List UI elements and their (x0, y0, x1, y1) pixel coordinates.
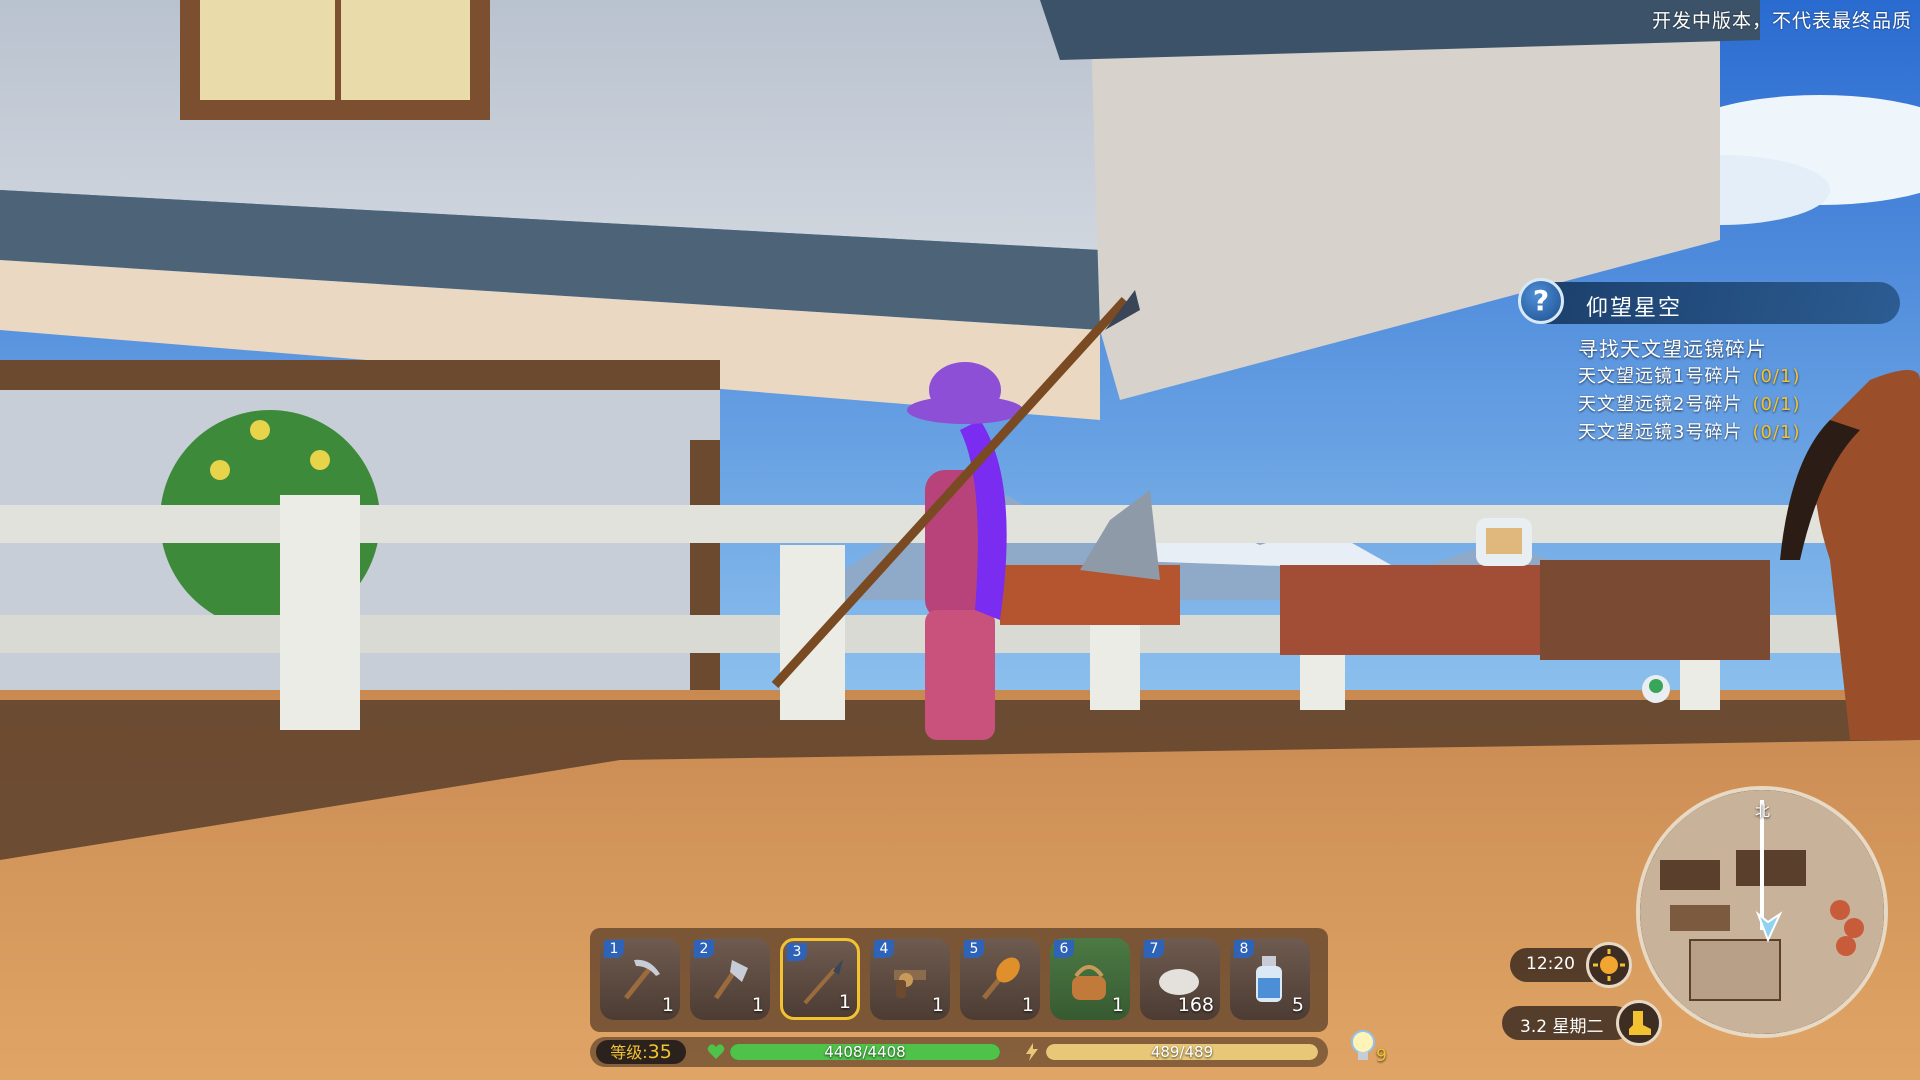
hint-count: 9 (1376, 1046, 1387, 1066)
hotbar: 1 1 2 1 3 1 4 1 5 1 6 1 7 168 8 5 (590, 928, 1328, 1032)
slot-count: 1 (931, 994, 944, 1016)
level-value: 35 (647, 1041, 672, 1063)
hotbar-slot-8[interactable]: 8 5 (1230, 938, 1310, 1020)
hotbar-slot-7[interactable]: 7 168 (1140, 938, 1220, 1020)
level-badge: 等级:35 (596, 1040, 686, 1064)
hotbar-slot-5[interactable]: 5 1 (960, 938, 1040, 1020)
dev-build-watermark: 开发中版本，不代表最终品质 (1651, 10, 1912, 32)
quest-task-progress: (0/1) (1752, 394, 1801, 415)
stamina-text: 489/489 (1150, 1044, 1214, 1060)
hint-button[interactable]: 9 (1348, 1028, 1388, 1072)
game-world-scene (0, 0, 1920, 1080)
quest-task: 天文望远镜2号碎片 (0/1) (1578, 390, 1800, 416)
lightbulb-icon (1351, 1030, 1375, 1060)
npc-marker-icon (1836, 936, 1856, 956)
quest-task: 天文望远镜1号碎片 (0/1) (1578, 362, 1800, 388)
time-text: 12:20 (1526, 954, 1575, 974)
minimap[interactable] (1636, 786, 1888, 1038)
npc-marker-icon (1830, 900, 1850, 920)
fence-post (280, 495, 360, 730)
minimap-north-label: 北 (1755, 802, 1771, 820)
slot-count: 1 (661, 994, 674, 1016)
slot-count: 1 (838, 991, 851, 1013)
milk-bottle-icon (1256, 956, 1282, 1002)
sun-icon (1586, 942, 1632, 988)
npc-marker-icon (1844, 918, 1864, 938)
date-text: 3.2 星期二 (1520, 1017, 1604, 1037)
torch-icon (982, 957, 1020, 1000)
plant-flower (210, 460, 230, 480)
slot-count: 1 (1021, 994, 1034, 1016)
health-text: 4408/4408 (824, 1044, 906, 1060)
quest-objective: 寻找天文望远镜碎片 (1578, 337, 1767, 361)
minimap-terrain (1640, 790, 1884, 1034)
hotbar-slot-2[interactable]: 2 1 (690, 938, 770, 1020)
date-display: 3.2 星期二 (1502, 1006, 1632, 1040)
stamina-bar: 489/489 (1046, 1044, 1318, 1060)
quest-task-label: 天文望远镜2号碎片 (1578, 394, 1743, 415)
axe-icon (713, 960, 748, 1000)
pickaxe-icon (624, 959, 660, 1000)
slot-count: 168 (1177, 994, 1214, 1016)
quest-task-progress: (0/1) (1752, 366, 1801, 387)
quest-header[interactable]: 仰望星空 (1526, 282, 1900, 324)
fence-post (780, 545, 845, 720)
lightning-icon (1026, 1043, 1038, 1061)
player-character-legs (925, 610, 995, 740)
quest-task: 天文望远镜3号碎片 (0/1) (1578, 418, 1800, 444)
hotbar-slot-1[interactable]: 1 1 (600, 938, 680, 1020)
plant-flower (250, 420, 270, 440)
slot-count: 5 (1291, 994, 1304, 1016)
market-stall (1280, 565, 1540, 655)
quest-task-label: 天文望远镜3号碎片 (1578, 422, 1743, 443)
revolver-icon (894, 970, 926, 998)
market-stall (1540, 560, 1770, 660)
porch-beam (0, 360, 720, 390)
basket-icon (1072, 965, 1106, 1000)
quest-title: 仰望星空 (1586, 296, 1683, 321)
quest-task-label: 天文望远镜1号碎片 (1578, 366, 1743, 387)
plant-flower (310, 450, 330, 470)
health-bar: 4408/4408 (730, 1044, 1000, 1060)
hotbar-slot-6[interactable]: 6 1 (1050, 938, 1130, 1020)
question-mark-icon: ? (1518, 278, 1564, 324)
slot-count: 1 (1111, 994, 1124, 1016)
house-window-glass (335, 0, 341, 100)
status-bar: 等级:35 4408/4408 489/489 (590, 1037, 1328, 1067)
quest-task-progress: (0/1) (1752, 422, 1801, 443)
hotbar-slot-4[interactable]: 4 1 (870, 938, 950, 1020)
hotbar-slot-3[interactable]: 3 1 (780, 938, 860, 1020)
heart-icon (707, 1044, 725, 1059)
slot-count: 1 (751, 994, 764, 1016)
level-label: 等级: (610, 1043, 648, 1062)
